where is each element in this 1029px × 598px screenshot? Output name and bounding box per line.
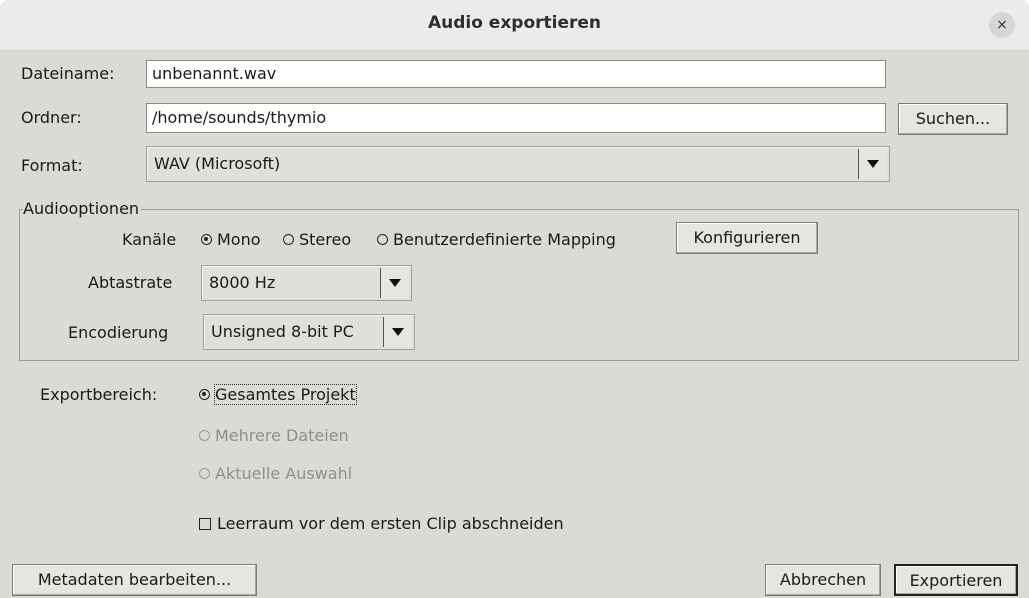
- sample-rate-label: Abtastrate: [88, 273, 173, 292]
- checkbox-icon: [199, 517, 211, 530]
- folder-label: Ordner:: [21, 108, 82, 127]
- channel-mono-label: Mono: [217, 230, 261, 249]
- browse-button[interactable]: Suchen...: [898, 103, 1008, 135]
- chevron-down-icon: [389, 279, 401, 287]
- radio-unselected-icon: [199, 468, 210, 479]
- encoding-dropdown-button[interactable]: [383, 317, 412, 347]
- chevron-down-icon: [867, 160, 879, 168]
- channel-custom-mapping-option[interactable]: Benutzerdefinierte Mapping: [377, 230, 616, 249]
- format-select[interactable]: WAV (Microsoft): [146, 146, 890, 182]
- filename-input[interactable]: unbenannt.wav: [146, 60, 886, 88]
- format-select-value: WAV (Microsoft): [154, 154, 281, 173]
- export-button[interactable]: Exportieren: [894, 564, 1018, 596]
- export-range-multiple-files-option: Mehrere Dateien: [199, 426, 349, 445]
- export-range-current-selection-label: Aktuelle Auswahl: [215, 464, 353, 483]
- filename-label: Dateiname:: [21, 64, 115, 83]
- channels-label: Kanäle: [122, 230, 177, 249]
- dialog-title: Audio exportieren: [427, 13, 602, 33]
- encoding-select[interactable]: Unsigned 8-bit PC: [203, 314, 415, 350]
- export-range-multiple-files-label: Mehrere Dateien: [215, 426, 349, 445]
- export-audio-dialog: Audio exportieren × Dateiname: unbenannt…: [0, 0, 1029, 598]
- sample-rate-value: 8000 Hz: [209, 273, 276, 292]
- sample-rate-dropdown-button[interactable]: [380, 268, 409, 298]
- encoding-label: Encodierung: [68, 323, 169, 342]
- cancel-button[interactable]: Abbrechen: [765, 564, 881, 596]
- format-dropdown-button[interactable]: [858, 149, 887, 179]
- channel-mono-option[interactable]: Mono: [201, 230, 261, 249]
- radio-unselected-icon: [283, 234, 294, 245]
- radio-unselected-icon: [377, 234, 388, 245]
- channel-stereo-label: Stereo: [299, 230, 352, 249]
- encoding-value: Unsigned 8-bit PC: [211, 322, 354, 341]
- chevron-down-icon: [392, 328, 404, 336]
- title-bar: Audio exportieren ×: [0, 0, 1029, 51]
- trim-leading-silence-checkbox[interactable]: Leerraum vor dem ersten Clip abschneiden: [199, 514, 564, 533]
- radio-selected-icon: [201, 234, 212, 245]
- close-icon: ×: [996, 17, 1008, 33]
- format-label: Format:: [21, 156, 83, 175]
- configure-button[interactable]: Konfigurieren: [676, 222, 818, 254]
- radio-unselected-icon: [199, 430, 210, 441]
- channel-custom-mapping-label: Benutzerdefinierte Mapping: [393, 230, 616, 249]
- audio-options-group-title: Audiooptionen: [23, 199, 142, 218]
- close-button[interactable]: ×: [989, 12, 1015, 38]
- trim-leading-silence-label: Leerraum vor dem ersten Clip abschneiden: [217, 514, 564, 533]
- radio-selected-icon: [199, 389, 210, 400]
- channel-stereo-option[interactable]: Stereo: [283, 230, 351, 249]
- edit-metadata-button[interactable]: Metadaten bearbeiten...: [12, 564, 257, 596]
- export-range-whole-project-option[interactable]: Gesamtes Projekt: [199, 384, 357, 405]
- export-range-whole-project-label: Gesamtes Projekt: [214, 384, 357, 405]
- folder-input[interactable]: /home/sounds/thymio: [146, 103, 886, 133]
- sample-rate-select[interactable]: 8000 Hz: [201, 265, 412, 301]
- export-range-current-selection-option: Aktuelle Auswahl: [199, 464, 352, 483]
- export-range-label: Exportbereich:: [40, 385, 158, 404]
